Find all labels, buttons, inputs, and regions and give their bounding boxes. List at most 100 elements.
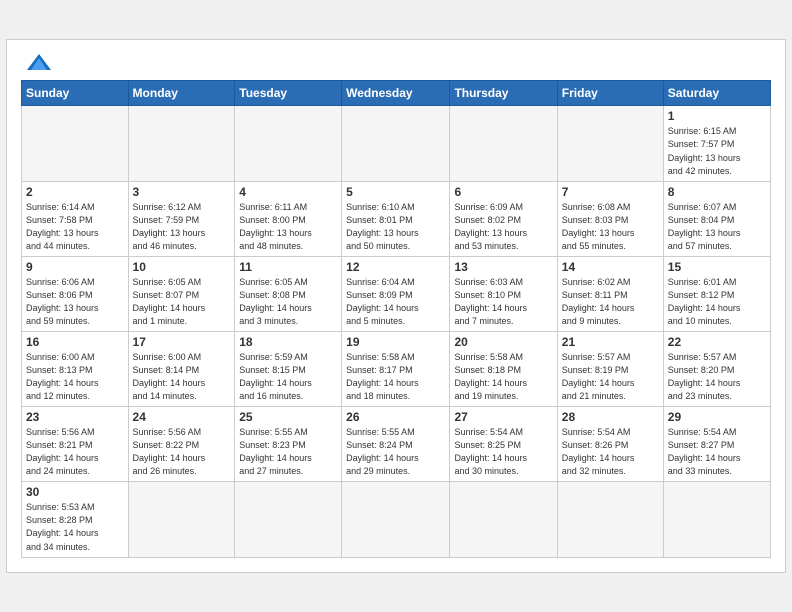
day-number: 15 xyxy=(668,260,766,274)
calendar-cell: 14 Sunrise: 6:02 AM Sunset: 8:11 PM Dayli… xyxy=(557,256,663,331)
day-number: 18 xyxy=(239,335,337,349)
calendar-cell: 20 Sunrise: 5:58 AM Sunset: 8:18 PM Dayli… xyxy=(450,332,557,407)
day-info: Sunrise: 6:05 AM Sunset: 8:08 PM Dayligh… xyxy=(239,276,337,328)
calendar-cell: 26 Sunrise: 5:55 AM Sunset: 8:24 PM Dayli… xyxy=(342,407,450,482)
calendar-cell: 25Sunrise: 5:55 AM Sunset: 8:23 PM Dayli… xyxy=(235,407,342,482)
calendar-cell: 18 Sunrise: 5:59 AM Sunset: 8:15 PM Dayli… xyxy=(235,332,342,407)
day-number: 8 xyxy=(668,185,766,199)
day-info: Sunrise: 5:55 AM Sunset: 8:24 PM Dayligh… xyxy=(346,426,445,478)
day-number: 2 xyxy=(26,185,124,199)
day-number: 4 xyxy=(239,185,337,199)
day-number: 11 xyxy=(239,260,337,274)
day-number: 30 xyxy=(26,485,124,499)
day-number: 20 xyxy=(454,335,552,349)
header-day-saturday: Saturday xyxy=(663,81,770,106)
header-day-sunday: Sunday xyxy=(22,81,129,106)
day-info: Sunrise: 6:05 AM Sunset: 8:07 PM Dayligh… xyxy=(133,276,231,328)
day-info: Sunrise: 6:02 AM Sunset: 8:11 PM Dayligh… xyxy=(562,276,659,328)
day-info: Sunrise: 6:10 AM Sunset: 8:01 PM Dayligh… xyxy=(346,201,445,253)
calendar-header: SundayMondayTuesdayWednesdayThursdayFrid… xyxy=(22,81,771,106)
calendar-cell: 19 Sunrise: 5:58 AM Sunset: 8:17 PM Dayli… xyxy=(342,332,450,407)
calendar-cell: 12Sunrise: 6:04 AM Sunset: 8:09 PM Dayli… xyxy=(342,256,450,331)
day-info: Sunrise: 6:00 AM Sunset: 8:13 PM Dayligh… xyxy=(26,351,124,403)
day-number: 14 xyxy=(562,260,659,274)
calendar-cell xyxy=(663,482,770,557)
calendar-cell xyxy=(450,482,557,557)
day-info: Sunrise: 6:09 AM Sunset: 8:02 PM Dayligh… xyxy=(454,201,552,253)
day-number: 3 xyxy=(133,185,231,199)
week-row-5: 30 Sunrise: 5:53 AM Sunset: 8:28 PM Dayli… xyxy=(22,482,771,557)
day-info: Sunrise: 5:57 AM Sunset: 8:20 PM Dayligh… xyxy=(668,351,766,403)
calendar-cell xyxy=(557,482,663,557)
day-number: 29 xyxy=(668,410,766,424)
day-info: Sunrise: 5:54 AM Sunset: 8:26 PM Dayligh… xyxy=(562,426,659,478)
calendar-cell xyxy=(557,106,663,181)
day-number: 27 xyxy=(454,410,552,424)
calendar-cell: 1 Sunrise: 6:15 AM Sunset: 7:57 PM Daylig… xyxy=(663,106,770,181)
logo-text xyxy=(21,52,55,72)
header-area xyxy=(21,52,771,72)
calendar-cell xyxy=(235,482,342,557)
calendar-cell: 23Sunrise: 5:56 AM Sunset: 8:21 PM Dayli… xyxy=(22,407,129,482)
calendar-cell: 29 Sunrise: 5:54 AM Sunset: 8:27 PM Dayli… xyxy=(663,407,770,482)
day-number: 28 xyxy=(562,410,659,424)
day-info: Sunrise: 5:53 AM Sunset: 8:28 PM Dayligh… xyxy=(26,501,124,553)
calendar-cell: 24 Sunrise: 5:56 AM Sunset: 8:22 PM Dayli… xyxy=(128,407,235,482)
week-row-2: 9Sunrise: 6:06 AM Sunset: 8:06 PM Daylig… xyxy=(22,256,771,331)
week-row-4: 23Sunrise: 5:56 AM Sunset: 8:21 PM Dayli… xyxy=(22,407,771,482)
header-day-tuesday: Tuesday xyxy=(235,81,342,106)
day-info: Sunrise: 5:56 AM Sunset: 8:21 PM Dayligh… xyxy=(26,426,124,478)
day-info: Sunrise: 5:58 AM Sunset: 8:17 PM Dayligh… xyxy=(346,351,445,403)
day-info: Sunrise: 5:55 AM Sunset: 8:23 PM Dayligh… xyxy=(239,426,337,478)
day-info: Sunrise: 6:15 AM Sunset: 7:57 PM Dayligh… xyxy=(668,125,766,177)
calendar-cell: 27 Sunrise: 5:54 AM Sunset: 8:25 PM Dayli… xyxy=(450,407,557,482)
day-info: Sunrise: 5:59 AM Sunset: 8:15 PM Dayligh… xyxy=(239,351,337,403)
calendar-cell xyxy=(128,482,235,557)
calendar-cell: 7 Sunrise: 6:08 AM Sunset: 8:03 PM Daylig… xyxy=(557,181,663,256)
calendar-cell xyxy=(342,106,450,181)
calendar-body: 1 Sunrise: 6:15 AM Sunset: 7:57 PM Daylig… xyxy=(22,106,771,557)
calendar-cell: 17 Sunrise: 6:00 AM Sunset: 8:14 PM Dayli… xyxy=(128,332,235,407)
day-number: 21 xyxy=(562,335,659,349)
calendar-cell: 15Sunrise: 6:01 AM Sunset: 8:12 PM Dayli… xyxy=(663,256,770,331)
header-day-friday: Friday xyxy=(557,81,663,106)
day-info: Sunrise: 5:58 AM Sunset: 8:18 PM Dayligh… xyxy=(454,351,552,403)
day-info: Sunrise: 5:56 AM Sunset: 8:22 PM Dayligh… xyxy=(133,426,231,478)
day-info: Sunrise: 6:14 AM Sunset: 7:58 PM Dayligh… xyxy=(26,201,124,253)
day-number: 22 xyxy=(668,335,766,349)
calendar-cell xyxy=(342,482,450,557)
day-info: Sunrise: 6:11 AM Sunset: 8:00 PM Dayligh… xyxy=(239,201,337,253)
calendar-cell: 21 Sunrise: 5:57 AM Sunset: 8:19 PM Dayli… xyxy=(557,332,663,407)
day-info: Sunrise: 6:08 AM Sunset: 8:03 PM Dayligh… xyxy=(562,201,659,253)
day-info: Sunrise: 5:54 AM Sunset: 8:27 PM Dayligh… xyxy=(668,426,766,478)
calendar-cell: 13Sunrise: 6:03 AM Sunset: 8:10 PM Dayli… xyxy=(450,256,557,331)
day-number: 24 xyxy=(133,410,231,424)
day-info: Sunrise: 6:04 AM Sunset: 8:09 PM Dayligh… xyxy=(346,276,445,328)
day-number: 26 xyxy=(346,410,445,424)
calendar-cell: 9Sunrise: 6:06 AM Sunset: 8:06 PM Daylig… xyxy=(22,256,129,331)
day-info: Sunrise: 5:54 AM Sunset: 8:25 PM Dayligh… xyxy=(454,426,552,478)
calendar-cell xyxy=(22,106,129,181)
day-info: Sunrise: 6:00 AM Sunset: 8:14 PM Dayligh… xyxy=(133,351,231,403)
day-info: Sunrise: 6:12 AM Sunset: 7:59 PM Dayligh… xyxy=(133,201,231,253)
day-number: 5 xyxy=(346,185,445,199)
day-number: 6 xyxy=(454,185,552,199)
calendar-cell: 6 Sunrise: 6:09 AM Sunset: 8:02 PM Daylig… xyxy=(450,181,557,256)
day-number: 7 xyxy=(562,185,659,199)
day-info: Sunrise: 5:57 AM Sunset: 8:19 PM Dayligh… xyxy=(562,351,659,403)
calendar-cell: 2 Sunrise: 6:14 AM Sunset: 7:58 PM Daylig… xyxy=(22,181,129,256)
day-number: 19 xyxy=(346,335,445,349)
calendar-cell: 5 Sunrise: 6:10 AM Sunset: 8:01 PM Daylig… xyxy=(342,181,450,256)
calendar-cell: 3 Sunrise: 6:12 AM Sunset: 7:59 PM Daylig… xyxy=(128,181,235,256)
week-row-0: 1 Sunrise: 6:15 AM Sunset: 7:57 PM Daylig… xyxy=(22,106,771,181)
calendar-cell: 10Sunrise: 6:05 AM Sunset: 8:07 PM Dayli… xyxy=(128,256,235,331)
header-day-thursday: Thursday xyxy=(450,81,557,106)
day-number: 16 xyxy=(26,335,124,349)
calendar-cell xyxy=(235,106,342,181)
logo-icon xyxy=(25,52,53,72)
day-number: 17 xyxy=(133,335,231,349)
calendar-cell xyxy=(450,106,557,181)
week-row-1: 2 Sunrise: 6:14 AM Sunset: 7:58 PM Daylig… xyxy=(22,181,771,256)
calendar-table: SundayMondayTuesdayWednesdayThursdayFrid… xyxy=(21,80,771,557)
day-number: 1 xyxy=(668,109,766,123)
